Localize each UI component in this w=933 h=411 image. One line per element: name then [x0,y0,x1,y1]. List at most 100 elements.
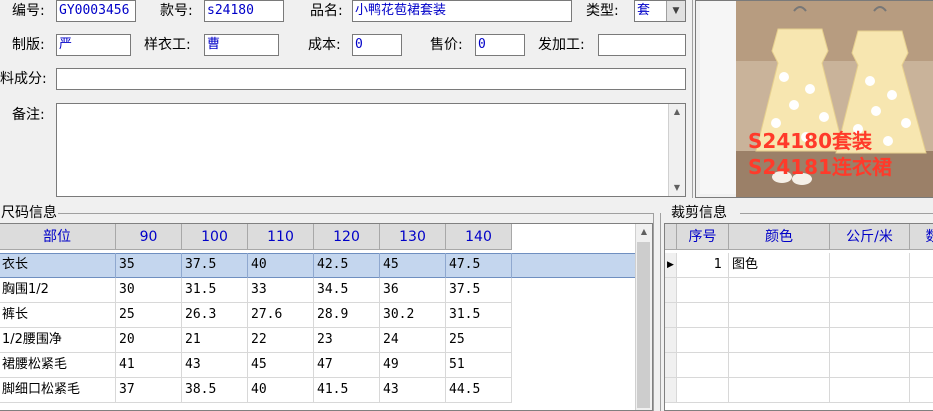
size-header-2[interactable]: 100 [182,224,248,250]
table-row[interactable]: 1/2腰围净 20 21 22 23 24 25 [0,328,636,353]
row-size-cell[interactable]: 43 [182,353,248,378]
cut-qty-cell[interactable] [910,278,933,303]
remark-textarea[interactable]: ▲ ▼ [56,103,686,197]
row-size-cell[interactable]: 25 [116,303,182,328]
scroll-up-icon[interactable]: ▲ [636,224,652,240]
size-table-scrollbar[interactable]: ▲ [635,224,652,410]
cut-header-0[interactable]: 序号 [677,224,729,250]
chevron-down-icon[interactable]: ▼ [666,1,685,21]
pattern-maker-field[interactable]: 严 [56,34,131,56]
row-size-cell[interactable]: 47.5 [446,253,512,278]
processor-field[interactable] [598,34,686,56]
cut-weight-cell[interactable] [830,378,910,403]
row-size-cell[interactable]: 26.3 [182,303,248,328]
row-part-cell[interactable]: 衣长 [0,253,116,278]
row-size-cell[interactable]: 40 [248,253,314,278]
row-size-cell[interactable]: 21 [182,328,248,353]
table-row[interactable] [665,303,933,328]
code-field[interactable]: GY0003456 [56,0,136,22]
row-part-cell[interactable]: 胸围1/2 [0,278,116,303]
remark-scrollbar[interactable]: ▲ ▼ [668,104,685,196]
row-size-cell[interactable]: 41 [116,353,182,378]
row-size-cell[interactable]: 37.5 [446,278,512,303]
row-part-cell[interactable]: 裙腰松紧毛 [0,353,116,378]
row-size-cell[interactable]: 40 [248,378,314,403]
size-header-5[interactable]: 130 [380,224,446,250]
cut-weight-cell[interactable] [830,303,910,328]
size-header-0[interactable]: 部位 [0,224,116,250]
cut-qty-cell[interactable] [910,303,933,328]
row-size-cell[interactable]: 27.6 [248,303,314,328]
cut-table[interactable]: 序号颜色公斤/米数量 ▶1图色 [664,223,933,411]
cut-color-cell[interactable] [729,303,830,328]
cut-color-cell[interactable]: 图色 [729,253,830,278]
cut-qty-cell[interactable] [910,328,933,353]
row-size-cell[interactable]: 36 [380,278,446,303]
row-size-cell[interactable]: 38.5 [182,378,248,403]
scroll-thumb[interactable] [637,242,650,408]
cut-seq-cell[interactable] [677,378,729,403]
fabric-field[interactable] [56,68,686,90]
row-size-cell[interactable]: 34.5 [314,278,380,303]
table-row[interactable]: 裤长 25 26.3 27.6 28.9 30.2 31.5 [0,303,636,328]
size-table[interactable]: 部位 90 100 110 120 130 140 衣长 35 37.5 40 42.5 45 47.5… [0,223,653,411]
cut-header-3[interactable]: 数量 [910,224,933,250]
style-no-field[interactable]: s24180 [204,0,284,22]
table-row[interactable]: 裙腰松紧毛 41 43 45 47 49 51 [0,353,636,378]
row-size-cell[interactable]: 30 [116,278,182,303]
row-size-cell[interactable]: 51 [446,353,512,378]
cut-seq-cell[interactable] [677,353,729,378]
row-size-cell[interactable]: 45 [380,253,446,278]
row-size-cell[interactable]: 24 [380,328,446,353]
row-size-cell[interactable]: 31.5 [446,303,512,328]
cut-weight-cell[interactable] [830,353,910,378]
cut-qty-cell[interactable] [910,353,933,378]
cut-color-cell[interactable] [729,328,830,353]
cut-weight-cell[interactable] [830,278,910,303]
row-size-cell[interactable]: 20 [116,328,182,353]
cut-qty-cell[interactable] [910,253,933,278]
cut-color-cell[interactable] [729,353,830,378]
row-size-cell[interactable]: 33 [248,278,314,303]
row-size-cell[interactable]: 25 [446,328,512,353]
row-size-cell[interactable]: 49 [380,353,446,378]
size-header-4[interactable]: 120 [314,224,380,250]
cost-field[interactable]: 0 [352,34,402,56]
cut-header-1[interactable]: 颜色 [729,224,830,250]
cut-weight-cell[interactable] [830,328,910,353]
row-size-cell[interactable]: 43 [380,378,446,403]
table-row[interactable] [665,328,933,353]
price-field[interactable]: 0 [475,34,525,56]
row-size-cell[interactable]: 31.5 [182,278,248,303]
cut-qty-cell[interactable] [910,378,933,403]
cut-seq-cell[interactable]: 1 [677,253,729,278]
row-size-cell[interactable]: 41.5 [314,378,380,403]
product-name-field[interactable]: 小鸭花苞裙套装 [352,0,572,22]
sample-worker-field[interactable]: 曹 [204,34,279,56]
row-size-cell[interactable]: 45 [248,353,314,378]
row-size-cell[interactable]: 42.5 [314,253,380,278]
row-part-cell[interactable]: 裤长 [0,303,116,328]
table-row[interactable]: ▶ 1 图色 [665,253,933,278]
row-size-cell[interactable]: 37.5 [182,253,248,278]
table-row[interactable]: 衣长 35 37.5 40 42.5 45 47.5 [0,253,636,278]
size-header-1[interactable]: 90 [116,224,182,250]
row-size-cell[interactable]: 35 [116,253,182,278]
row-size-cell[interactable]: 44.5 [446,378,512,403]
row-size-cell[interactable]: 23 [314,328,380,353]
table-row[interactable] [665,353,933,378]
size-header-3[interactable]: 110 [248,224,314,250]
cut-seq-cell[interactable] [677,278,729,303]
cut-weight-cell[interactable] [830,253,910,278]
row-part-cell[interactable]: 脚细口松紧毛 [0,378,116,403]
type-select[interactable]: 套 ▼ [634,0,686,22]
row-part-cell[interactable]: 1/2腰围净 [0,328,116,353]
table-row[interactable]: 胸围1/2 30 31.5 33 34.5 36 37.5 [0,278,636,303]
row-size-cell[interactable]: 28.9 [314,303,380,328]
cut-color-cell[interactable] [729,378,830,403]
cut-header-2[interactable]: 公斤/米 [830,224,910,250]
row-size-cell[interactable]: 22 [248,328,314,353]
cut-seq-cell[interactable] [677,303,729,328]
cut-seq-cell[interactable] [677,328,729,353]
size-header-6[interactable]: 140 [446,224,512,250]
